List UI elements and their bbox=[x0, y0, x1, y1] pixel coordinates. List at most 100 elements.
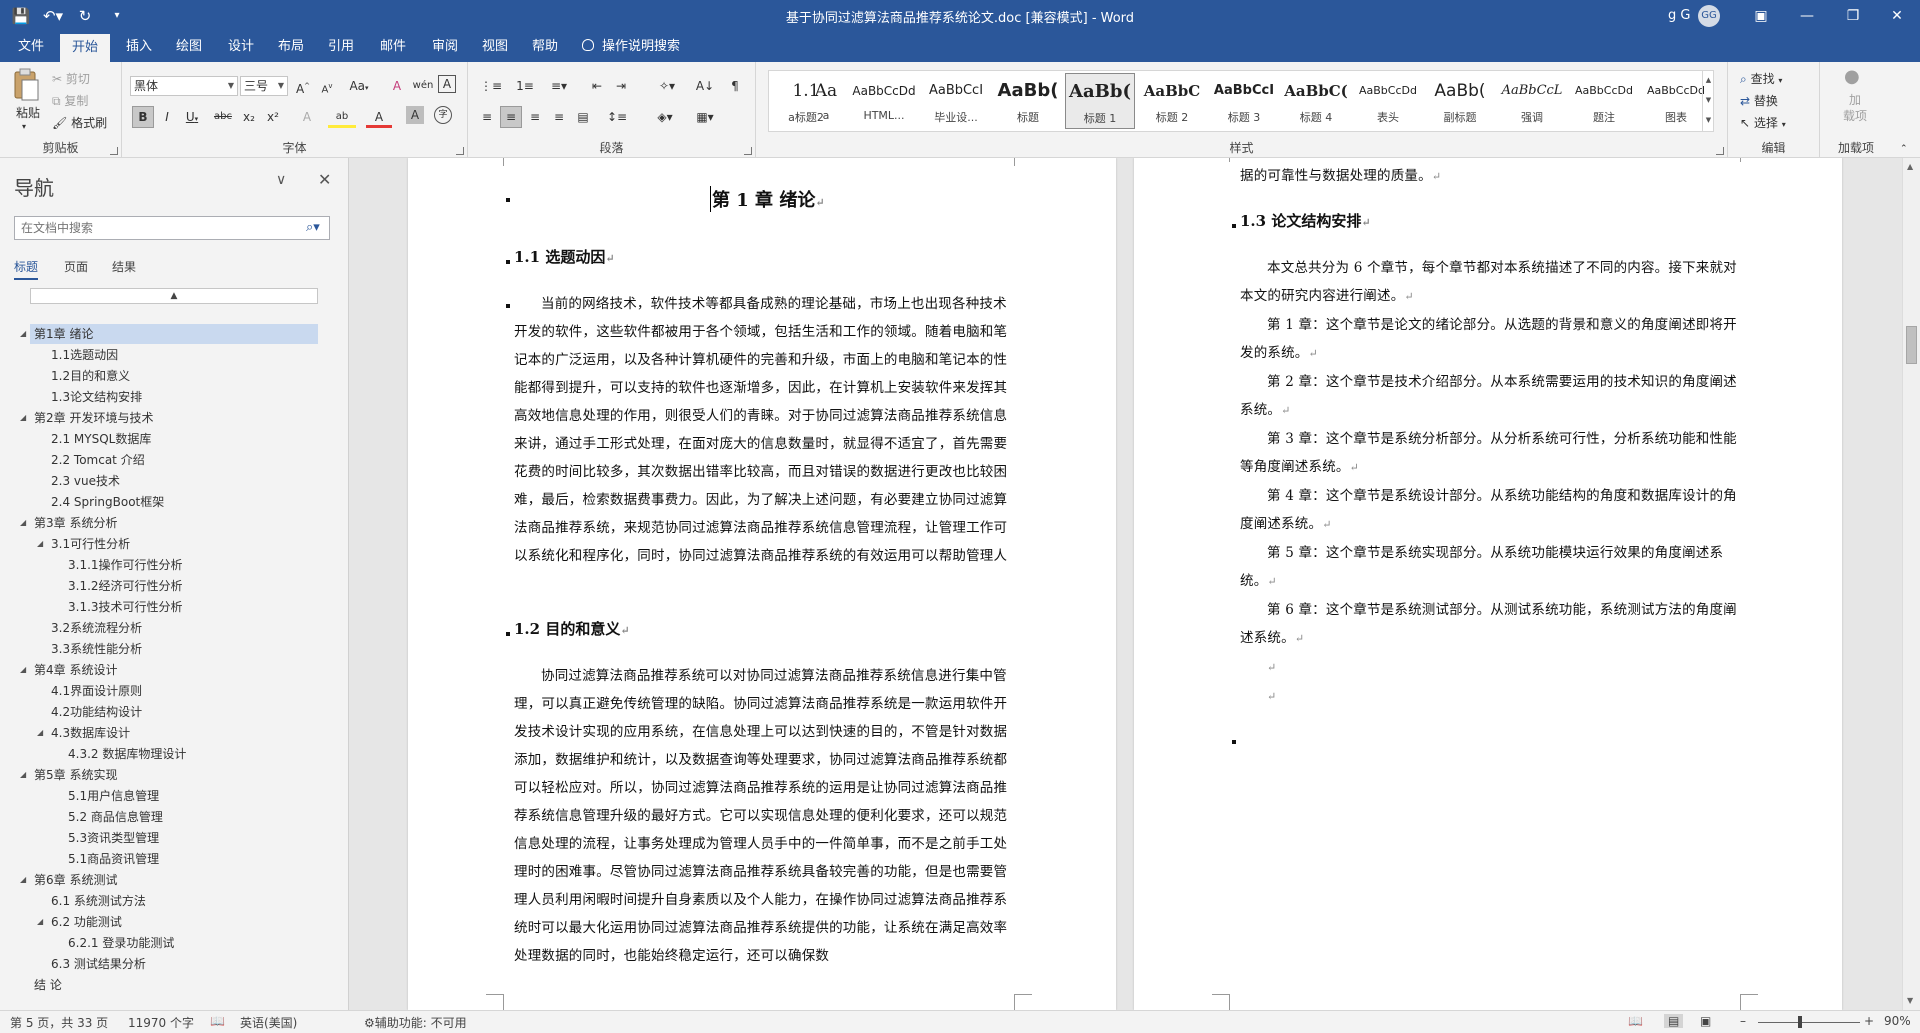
style-html[interactable]: AaBbCcDd HTML... bbox=[849, 73, 919, 129]
cut-button[interactable]: ✂ 剪切 bbox=[52, 70, 90, 87]
collapse-ribbon-icon[interactable]: ⌃ bbox=[1900, 144, 1908, 154]
expand-caret-icon[interactable]: ◢ bbox=[20, 513, 26, 533]
expand-caret-icon[interactable]: ◢ bbox=[37, 912, 43, 932]
font-size-box[interactable]: 三号 ▼ bbox=[240, 76, 288, 96]
nav-heading-item[interactable]: 4.1界面设计原则 bbox=[51, 681, 142, 701]
chevron-down-icon[interactable]: ∨ bbox=[276, 172, 286, 188]
nav-heading-item[interactable]: 5.1用户信息管理 bbox=[68, 786, 159, 806]
nav-heading-item[interactable]: 3.1.3技术可行性分析 bbox=[68, 597, 183, 617]
nav-heading-item[interactable]: 6.2.1 登录功能测试 bbox=[68, 933, 174, 953]
decrease-indent-button[interactable]: ⇤ bbox=[586, 75, 608, 97]
search-icon[interactable]: ⌕▾ bbox=[306, 220, 320, 235]
page-count[interactable]: 第 5 页，共 33 页 bbox=[10, 1014, 108, 1031]
tab-home[interactable]: 开始 bbox=[60, 34, 111, 62]
nav-heading-item[interactable]: 6.3 测试结果分析 bbox=[51, 954, 146, 974]
nav-heading-item[interactable]: 第1章 绪论 bbox=[30, 324, 318, 344]
increase-indent-button[interactable]: ⇥ bbox=[610, 75, 632, 97]
nav-heading-item[interactable]: 第5章 系统实现 bbox=[34, 765, 117, 785]
nav-heading-item[interactable]: 1.3论文结构安排 bbox=[51, 387, 142, 407]
shrink-font-button[interactable]: Av bbox=[316, 75, 338, 97]
nav-tab-headings[interactable]: 标题 bbox=[14, 258, 39, 280]
align-left-button[interactable]: ≡ bbox=[476, 106, 498, 128]
zoom-level[interactable]: 90% bbox=[1884, 1014, 1911, 1028]
numbering-button[interactable]: 1≡ bbox=[510, 75, 540, 97]
word-count[interactable]: 11970 个字 bbox=[128, 1014, 194, 1031]
paste-icon[interactable] bbox=[12, 68, 42, 102]
asian-layout-button[interactable]: ✧▾ bbox=[652, 75, 682, 97]
tab-help[interactable]: 帮助 bbox=[530, 32, 560, 62]
nav-heading-item[interactable]: 第2章 开发环境与技术 bbox=[34, 408, 153, 428]
enclose-characters-button[interactable]: 字 bbox=[434, 106, 452, 124]
show-marks-button[interactable]: ¶ bbox=[724, 75, 746, 97]
nav-heading-item[interactable]: 第6章 系统测试 bbox=[34, 870, 117, 890]
text-effects-button[interactable]: A bbox=[296, 106, 318, 128]
subscript-button[interactable]: x₂ bbox=[238, 106, 260, 128]
paragraph-1-2[interactable]: 协同过滤算法商品推荐系统可以对协同过滤算法商品推荐系统信息进行集中管理，可以真正… bbox=[514, 662, 1018, 970]
style-heading1[interactable]: AaBb(标题 1 bbox=[1065, 73, 1135, 129]
maximize-icon[interactable]: ❐ bbox=[1830, 0, 1876, 32]
zoom-out-icon[interactable]: – bbox=[1740, 1014, 1746, 1028]
ribbon-display-options-icon[interactable]: ▣ bbox=[1738, 0, 1784, 32]
tab-file[interactable]: 文件 bbox=[16, 32, 46, 62]
sort-button[interactable]: A↓ bbox=[694, 75, 716, 97]
scrollbar-thumb[interactable] bbox=[1906, 326, 1917, 364]
read-mode-icon[interactable]: 📖 bbox=[1628, 1014, 1643, 1028]
customize-qat-icon[interactable]: ▾ bbox=[104, 4, 130, 28]
font-color-button[interactable]: A bbox=[366, 106, 392, 128]
distributed-button[interactable]: ▤ bbox=[572, 106, 594, 128]
save-icon[interactable]: 💾 bbox=[8, 4, 34, 28]
italic-button[interactable]: I bbox=[156, 106, 178, 128]
paragraph-1-1[interactable]: 当前的网络技术，软件技术等都具备成熟的理论基础，市场上也出现各种技术开发的软件，… bbox=[514, 290, 1018, 570]
proofing-icon[interactable]: 📖 bbox=[210, 1014, 225, 1028]
nav-heading-item[interactable]: 4.3数据库设计 bbox=[51, 723, 130, 743]
print-layout-icon[interactable]: ▤ bbox=[1664, 1014, 1684, 1028]
char-shading-button[interactable]: A bbox=[406, 106, 424, 124]
style-graduation[interactable]: AaBbCcI 毕业设... bbox=[921, 73, 991, 129]
nav-heading-item[interactable]: 2.2 Tomcat 介绍 bbox=[51, 450, 145, 470]
expand-caret-icon[interactable]: ◢ bbox=[20, 408, 26, 428]
addin-icon[interactable]: ● bbox=[1844, 66, 1860, 87]
vertical-scrollbar[interactable]: ▲ ▼ bbox=[1902, 158, 1920, 1010]
nav-heading-item[interactable]: 1.1选题动因 bbox=[51, 345, 118, 365]
addins-button[interactable]: 加 载项 bbox=[1840, 92, 1870, 124]
nav-heading-item[interactable]: 3.1.2经济可行性分析 bbox=[68, 576, 183, 596]
heading-1-3[interactable]: 1.3 论文结构安排↵ bbox=[1240, 210, 1371, 231]
close-icon[interactable]: ✕ bbox=[1874, 0, 1920, 32]
expand-caret-icon[interactable]: ◢ bbox=[37, 723, 43, 743]
nav-heading-item[interactable]: 2.3 vue技术 bbox=[51, 471, 120, 491]
document-page-left[interactable]: 第 1 章 绪论↵ 1.1 选题动因↵ 当前的网络技术，软件技术等都具备成熟的理… bbox=[408, 158, 1116, 1010]
nav-heading-item[interactable]: 3.1可行性分析 bbox=[51, 534, 130, 554]
clipboard-launcher-icon[interactable] bbox=[110, 147, 118, 155]
nav-heading-item[interactable]: 结 论 bbox=[34, 975, 62, 995]
highlight-button[interactable]: ab bbox=[328, 106, 356, 128]
expand-caret-icon[interactable]: ◢ bbox=[20, 870, 26, 890]
nav-heading-item[interactable]: 5.1商品资讯管理 bbox=[68, 849, 159, 869]
nav-scroll-up-bar[interactable]: ▲ bbox=[30, 288, 318, 304]
align-center-button[interactable]: ≡ bbox=[500, 106, 522, 128]
tab-draw[interactable]: 绘图 bbox=[174, 32, 204, 62]
underline-button[interactable]: U▾ bbox=[178, 106, 206, 128]
expand-caret-icon[interactable]: ◢ bbox=[37, 534, 43, 554]
nav-heading-item[interactable]: 4.3.2 数据库物理设计 bbox=[68, 744, 186, 764]
style-chart[interactable]: AaBbCcDd 图表 bbox=[1641, 73, 1711, 129]
styles-gallery-scroll[interactable]: ▲ ▼ ▼ bbox=[1702, 70, 1714, 132]
language-indicator[interactable]: 英语(美国) bbox=[240, 1014, 297, 1031]
chevron-down-icon[interactable]: ▼ bbox=[1703, 90, 1714, 110]
scroll-down-icon[interactable]: ▼ bbox=[1907, 996, 1913, 1005]
more-styles-icon[interactable]: ▼ bbox=[1703, 110, 1714, 130]
replace-button[interactable]: ⇄ 替换 bbox=[1740, 92, 1778, 109]
style-title[interactable]: AaBb(标题 bbox=[993, 73, 1063, 129]
close-icon[interactable]: ✕ bbox=[318, 170, 331, 189]
styles-launcher-icon[interactable] bbox=[1716, 147, 1724, 155]
nav-heading-item[interactable]: 2.4 SpringBoot框架 bbox=[51, 492, 164, 512]
user-name[interactable]: g G bbox=[1668, 8, 1690, 23]
font-name-box[interactable]: 黑体 ▼ bbox=[130, 76, 238, 96]
nav-heading-item[interactable]: 第4章 系统设计 bbox=[34, 660, 117, 680]
tab-design[interactable]: 设计 bbox=[226, 32, 256, 62]
align-right-button[interactable]: ≡ bbox=[524, 106, 546, 128]
nav-heading-item[interactable]: 6.1 系统测试方法 bbox=[51, 891, 146, 911]
chapter-title[interactable]: 第 1 章 绪论↵ bbox=[710, 186, 825, 212]
tab-mailings[interactable]: 邮件 bbox=[378, 32, 408, 62]
style-subtitle[interactable]: AaBb(副标题 bbox=[1425, 73, 1495, 129]
document-page-right[interactable]: 据的可靠性与数据处理的质量。↵ 1.3 论文结构安排↵ 本文总共分为 6 个章节… bbox=[1134, 158, 1842, 1010]
